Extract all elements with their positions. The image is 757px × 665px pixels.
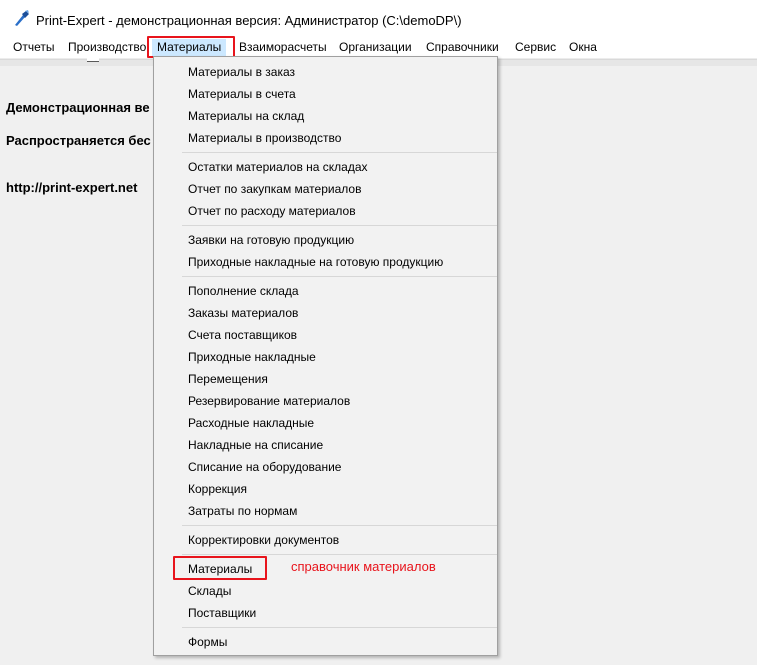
menu-separator [182, 225, 497, 226]
menu-item-consumption-report[interactable]: Отчет по расходу материалов [188, 200, 356, 222]
materials-menu-highlight [147, 36, 235, 58]
scroll-marker [87, 58, 99, 62]
menu-item-supplier-invoices[interactable]: Счета поставщиков [188, 324, 297, 346]
menu-item-finished-goods-requests[interactable]: Заявки на готовую продукцию [188, 229, 354, 251]
menu-item-transfers[interactable]: Перемещения [188, 368, 268, 390]
materials-item-highlight [173, 556, 267, 580]
menu-separator [182, 152, 497, 153]
menu-item-material-orders[interactable]: Заказы материалов [188, 302, 298, 324]
menu-item-materials-to-invoices[interactable]: Материалы в счета [188, 83, 296, 105]
menu-production[interactable]: Производство [68, 40, 146, 54]
menu-item-stock-replenishment[interactable]: Пополнение склада [188, 280, 299, 302]
annotation-label: справочник материалов [291, 559, 436, 574]
menu-item-write-off-equipment[interactable]: Списание на оборудование [188, 456, 341, 478]
menu-item-warehouses[interactable]: Склады [188, 580, 231, 602]
menu-references[interactable]: Справочники [426, 40, 499, 54]
menu-item-correction[interactable]: Коррекция [188, 478, 247, 500]
menu-separator [182, 554, 497, 555]
distribution-text: Распространяется бес [6, 133, 151, 148]
menu-item-document-corrections[interactable]: Корректировки документов [188, 529, 339, 551]
menu-item-materials-to-production[interactable]: Материалы в производство [188, 127, 341, 149]
menu-item-receipts[interactable]: Приходные накладные [188, 346, 316, 368]
menu-item-forms[interactable]: Формы [188, 631, 227, 653]
menu-settlements[interactable]: Взаиморасчеты [239, 40, 327, 54]
menu-organizations[interactable]: Организации [339, 40, 412, 54]
demo-version-text: Демонстрационная ве [6, 100, 150, 115]
menu-item-purchase-report[interactable]: Отчет по закупкам материалов [188, 178, 361, 200]
print-expert-app-icon [15, 10, 29, 26]
window-title: Print-Expert - демонстрационная версия: … [36, 13, 462, 28]
title-bar: Print-Expert - демонстрационная версия: … [0, 0, 757, 37]
menu-item-stock-balances[interactable]: Остатки материалов на складах [188, 156, 368, 178]
menu-separator [182, 276, 497, 277]
menu-windows[interactable]: Окна [569, 40, 597, 54]
menu-item-finished-goods-receipts[interactable]: Приходные накладные на готовую продукцию [188, 251, 443, 273]
menu-item-norm-costs[interactable]: Затраты по нормам [188, 500, 297, 522]
menu-item-expense-invoices[interactable]: Расходные накладные [188, 412, 314, 434]
menu-item-materials-to-order[interactable]: Материалы в заказ [188, 61, 295, 83]
menu-separator [182, 627, 497, 628]
menu-reports[interactable]: Отчеты [13, 40, 54, 54]
menu-item-material-reservation[interactable]: Резервирование материалов [188, 390, 350, 412]
app-window: Print-Expert - демонстрационная версия: … [0, 0, 757, 665]
menu-item-materials-to-warehouse[interactable]: Материалы на склад [188, 105, 304, 127]
menu-item-write-off-invoices[interactable]: Накладные на списание [188, 434, 323, 456]
website-link[interactable]: http://print-expert.net [6, 180, 137, 195]
menu-service[interactable]: Сервис [515, 40, 556, 54]
menu-separator [182, 525, 497, 526]
menu-item-suppliers[interactable]: Поставщики [188, 602, 256, 624]
